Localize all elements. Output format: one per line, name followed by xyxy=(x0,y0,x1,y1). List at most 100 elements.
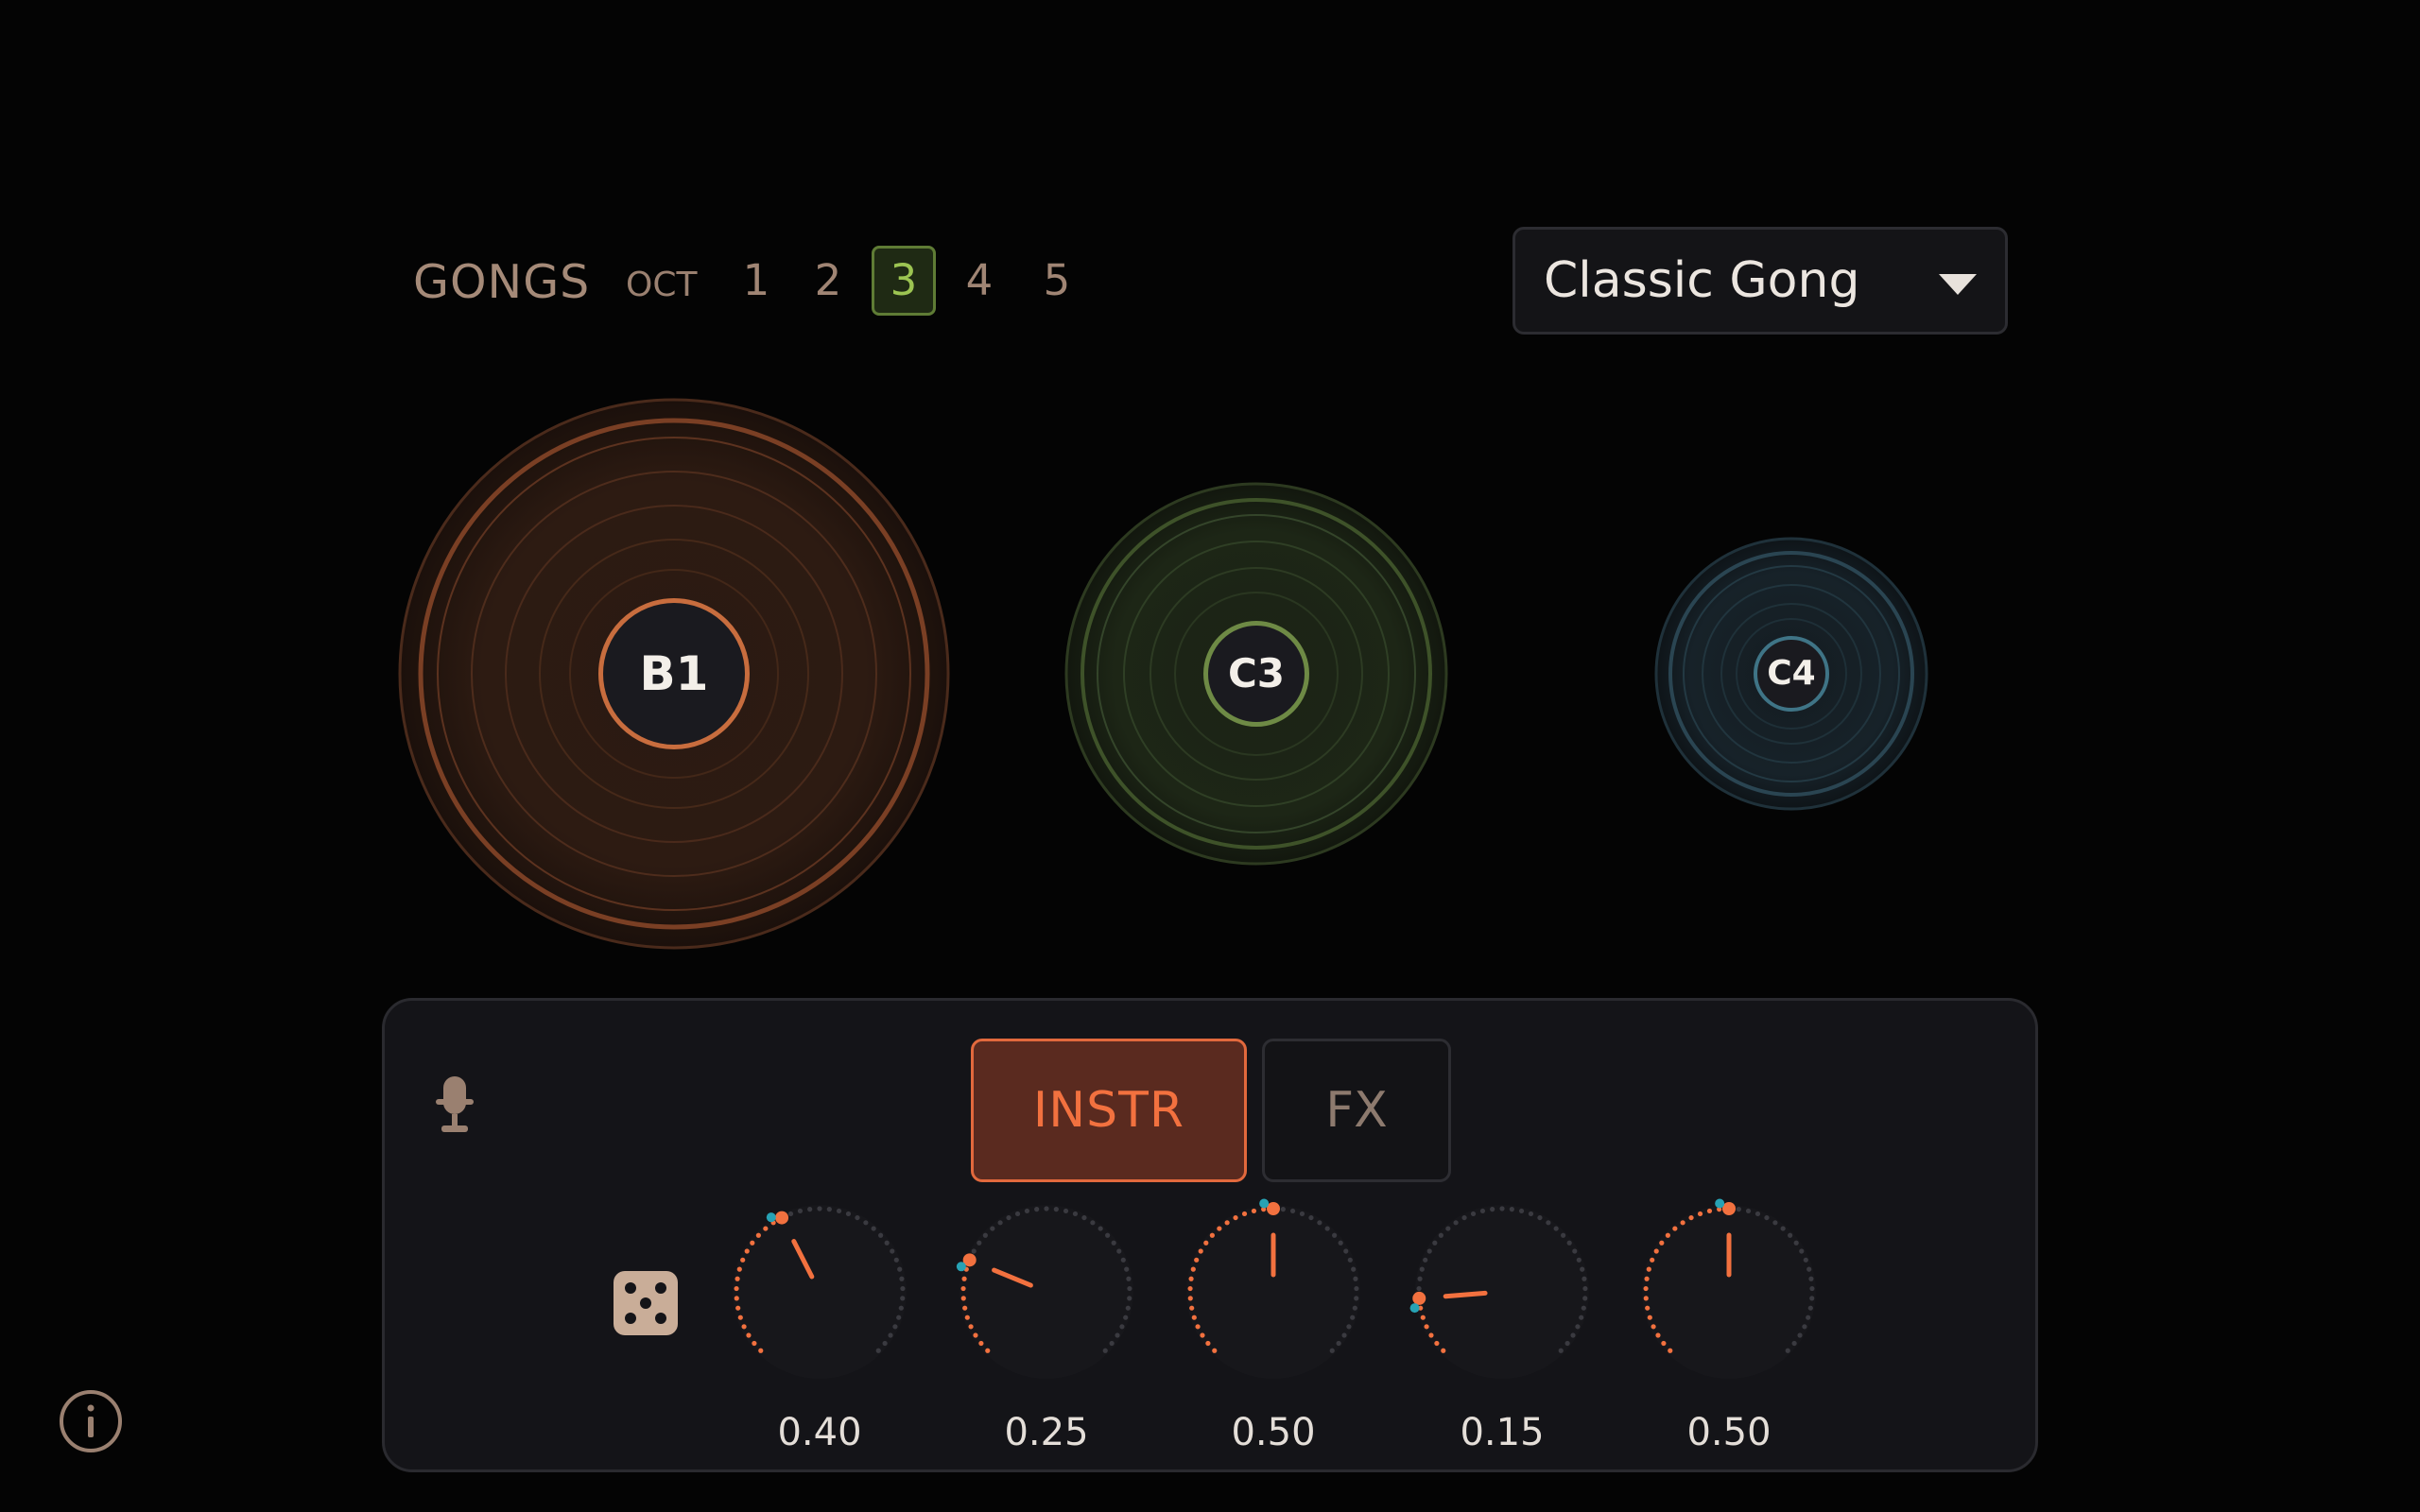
microphone-icon[interactable] xyxy=(434,1076,485,1143)
knob-tick xyxy=(1188,1276,1194,1281)
knob-tick xyxy=(1582,1296,1588,1301)
dice-icon[interactable] xyxy=(612,1269,680,1341)
knob-tick xyxy=(1280,1207,1286,1212)
octave-label: OCT xyxy=(626,266,698,304)
knob-tick xyxy=(888,1332,893,1338)
knob-tick xyxy=(1354,1285,1359,1292)
knob-tick xyxy=(1445,1226,1451,1231)
knob-tick xyxy=(1317,1220,1322,1226)
knob-tick xyxy=(1098,1226,1103,1231)
octave-button-3[interactable]: 3 xyxy=(872,246,936,316)
knob-value-marker xyxy=(1412,1291,1426,1305)
knob-tick xyxy=(1490,1207,1495,1212)
knob-tick xyxy=(740,1257,746,1263)
knob-2-value: 0.25 xyxy=(1004,1411,1089,1454)
knob-tick xyxy=(1352,1305,1357,1311)
knob-tick xyxy=(1655,1332,1661,1338)
knob-tick xyxy=(971,1248,977,1254)
knob-tick xyxy=(1426,1248,1432,1254)
knob-tick xyxy=(750,1240,755,1246)
octave-button-1[interactable]: 1 xyxy=(724,246,788,316)
knob-tick xyxy=(863,1220,869,1226)
knob-tick xyxy=(968,1324,974,1330)
knob-tick xyxy=(1575,1324,1581,1330)
knob-1-value: 0.40 xyxy=(777,1411,862,1454)
knob-modulation-marker xyxy=(956,1262,966,1272)
knob-tick xyxy=(1561,1232,1566,1238)
knob-tick xyxy=(1195,1324,1201,1330)
knob-tick xyxy=(1189,1305,1195,1311)
knob-tick xyxy=(997,1220,1003,1226)
knob-face xyxy=(959,1205,1133,1379)
knob-tick xyxy=(1194,1257,1200,1263)
knob-tick xyxy=(1668,1348,1673,1353)
knob-tick xyxy=(1420,1314,1426,1320)
knob-tick xyxy=(1119,1324,1125,1330)
knob-tick xyxy=(897,1266,903,1272)
knob-tick xyxy=(875,1348,881,1353)
knob-face xyxy=(1186,1205,1360,1379)
gong-b1-note: B1 xyxy=(598,598,750,749)
preset-dropdown[interactable]: Classic Gong xyxy=(1512,227,2008,335)
knob-tick xyxy=(1643,1285,1649,1292)
knob-tick xyxy=(1346,1324,1352,1330)
knob-tick xyxy=(1582,1285,1588,1292)
knob-tick xyxy=(1806,1266,1812,1272)
knob-tick xyxy=(1034,1207,1040,1212)
knob-tick xyxy=(1419,1266,1425,1272)
knob-5-value: 0.50 xyxy=(1686,1411,1772,1454)
octave-button-2[interactable]: 2 xyxy=(796,246,860,316)
knob-2[interactable] xyxy=(952,1197,1141,1386)
tab-instr[interactable]: INSTR xyxy=(971,1039,1247,1182)
knob-tick xyxy=(1797,1332,1803,1338)
knob-tick xyxy=(1417,1276,1423,1281)
knob-tick xyxy=(1572,1248,1578,1254)
knob-tick xyxy=(1434,1340,1440,1347)
knob-tick xyxy=(1646,1266,1651,1272)
knob-tick xyxy=(826,1207,832,1212)
knob-3[interactable] xyxy=(1179,1197,1368,1386)
knob-tick xyxy=(900,1285,906,1292)
knob-tick xyxy=(964,1314,970,1320)
tab-fx[interactable]: FX xyxy=(1262,1039,1451,1182)
knob-tick xyxy=(741,1324,747,1330)
info-icon[interactable] xyxy=(57,1387,125,1459)
knob-tick xyxy=(1576,1257,1582,1263)
knob-tick xyxy=(845,1211,852,1217)
gong-instrument-app: GONGS OCT 1 2 3 4 5 Classic Gong B1 C3 C… xyxy=(0,0,2420,1512)
knob-tick xyxy=(882,1340,888,1347)
instrument-panel: INSTR FX 0.40 0.25 0.50 0.15 0.50 xyxy=(382,998,2038,1472)
knob-tick xyxy=(746,1332,752,1338)
knob-tick xyxy=(1203,1240,1209,1246)
knob-tick xyxy=(1528,1211,1534,1217)
knob-tick xyxy=(1111,1240,1116,1246)
knob-tick xyxy=(1200,1332,1205,1338)
knob-tick xyxy=(1115,1332,1120,1338)
knob-tick xyxy=(1745,1208,1752,1214)
octave-button-4[interactable]: 4 xyxy=(947,246,1011,316)
knob-modulation-marker xyxy=(1409,1303,1420,1314)
knob-tick xyxy=(1785,1348,1790,1353)
knob-tick xyxy=(1546,1220,1551,1226)
gong-b1[interactable]: B1 xyxy=(397,397,951,951)
gong-c3[interactable]: C3 xyxy=(1064,482,1448,866)
knob-tick xyxy=(1570,1332,1576,1338)
knob-tick xyxy=(735,1305,741,1311)
knob-tick xyxy=(977,1240,982,1246)
knob-tick xyxy=(735,1276,740,1281)
knob-tick xyxy=(1438,1232,1443,1238)
preset-selected-value: Classic Gong xyxy=(1544,252,1860,309)
knob-tick xyxy=(1190,1266,1196,1272)
knob-tick xyxy=(896,1314,902,1320)
knob-1[interactable] xyxy=(725,1197,914,1386)
knob-tick xyxy=(1120,1257,1126,1263)
knob-tick xyxy=(892,1324,898,1330)
knob-tick xyxy=(1063,1208,1069,1214)
gong-c4[interactable]: C4 xyxy=(1654,537,1928,811)
octave-button-5[interactable]: 5 xyxy=(1025,246,1089,316)
knob-5[interactable] xyxy=(1634,1197,1824,1386)
knob-tick xyxy=(1127,1296,1132,1301)
knob-tick xyxy=(1116,1248,1122,1254)
knob-4[interactable] xyxy=(1408,1197,1597,1386)
knob-tick xyxy=(737,1314,743,1320)
